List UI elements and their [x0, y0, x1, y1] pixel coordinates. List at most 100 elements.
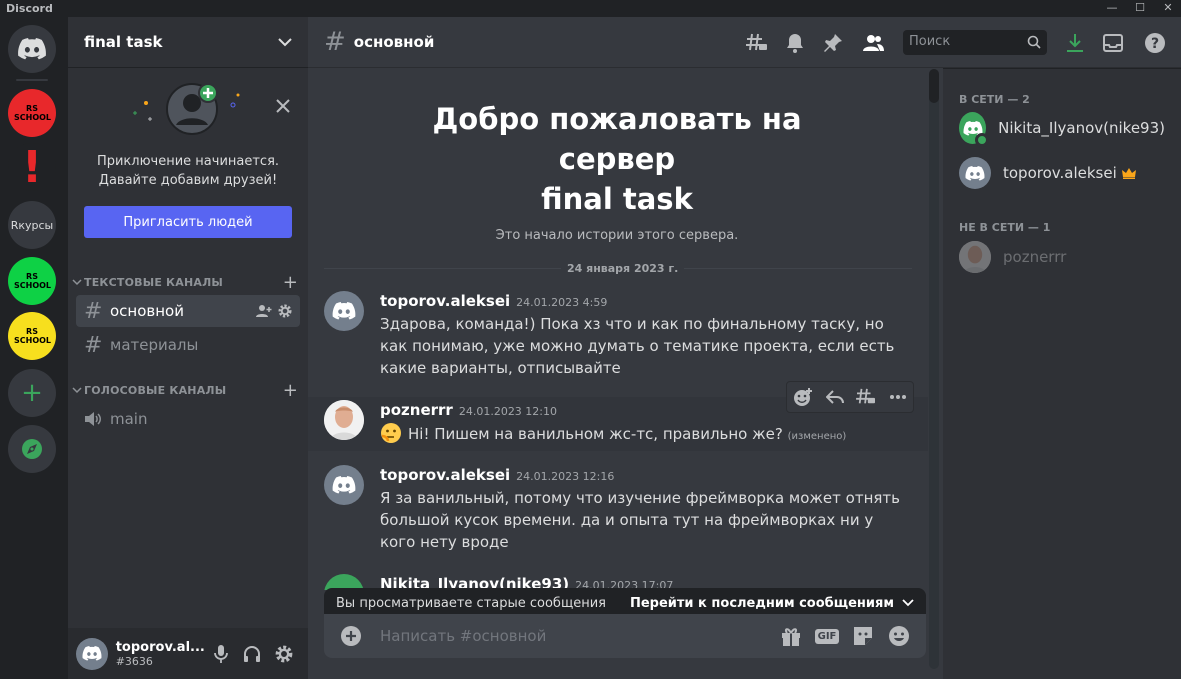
date-divider-label: 24 января 2023 г. — [561, 262, 685, 275]
message-author[interactable]: poznerrr — [380, 401, 453, 419]
member-name: poznerrr — [1003, 248, 1067, 266]
deafen-button[interactable] — [237, 638, 269, 670]
threads-icon — [746, 33, 767, 51]
minimize-button[interactable]: — — [1097, 0, 1127, 17]
speaker-icon — [85, 412, 101, 426]
member-list-button[interactable] — [860, 30, 886, 56]
text-channel-icon: # — [84, 332, 103, 358]
message-header: toporov.aleksei 24.01.2023 12:16 — [380, 465, 614, 484]
close-icon[interactable] — [276, 99, 290, 113]
channel-name: основной — [110, 302, 184, 320]
create-channel-icon[interactable]: + — [283, 380, 298, 401]
category-voice-channels[interactable]: ГОЛОСОВЫЕ КАНАЛЫ + — [72, 380, 304, 401]
channel-name: материалы — [110, 336, 199, 354]
notifications-button[interactable] — [782, 30, 808, 56]
channel-materialy[interactable]: # материалы — [76, 329, 300, 361]
explore-servers-button[interactable] — [8, 425, 56, 473]
avatar[interactable] — [76, 637, 108, 670]
avatar[interactable] — [324, 400, 364, 440]
guild-separator — [16, 79, 48, 81]
server-list: RS SCHOOL ! Rкурсы RS SCHOOL RS SCHOOL + — [0, 17, 68, 679]
pin-icon — [824, 34, 842, 52]
mute-button[interactable] — [205, 638, 237, 670]
server-header[interactable]: final task — [68, 17, 308, 68]
search-icon — [1027, 35, 1041, 49]
download-icon — [1067, 34, 1083, 52]
message-input[interactable] — [380, 627, 770, 645]
member-item[interactable]: Nikita_Ilyanov(nike93) — [951, 107, 1173, 149]
server-icon-label: Rкурсы — [10, 218, 54, 232]
maximize-button[interactable]: ☐ — [1125, 0, 1155, 17]
message-actions-toolbar — [786, 381, 914, 413]
reply-icon[interactable] — [825, 389, 844, 405]
scrollbar[interactable] — [929, 69, 939, 669]
search-input[interactable]: Поиск — [903, 30, 1047, 55]
message-author[interactable]: toporov.aleksei — [380, 292, 510, 310]
message-header: poznerrr 24.01.2023 12:10 — [380, 400, 557, 419]
headphones-icon — [244, 645, 261, 662]
gift-button[interactable] — [776, 621, 806, 651]
message-composer: GIF — [324, 614, 926, 658]
add-server-button[interactable]: + — [8, 369, 56, 417]
server-rkursy[interactable]: Rкурсы — [8, 201, 56, 249]
server-rs-school-green[interactable]: RS SCHOOL — [8, 257, 56, 305]
discord-home-button[interactable] — [8, 25, 56, 73]
crown-icon — [1121, 167, 1136, 179]
more-options-icon[interactable] — [889, 394, 907, 400]
user-settings-button[interactable] — [268, 638, 300, 670]
chevron-down-icon — [72, 387, 82, 394]
sticker-button[interactable] — [848, 621, 878, 651]
avatar[interactable] — [324, 291, 364, 331]
message-content: Здарова, команда!) Пока хз что и как по … — [380, 315, 895, 377]
avatar[interactable] — [324, 465, 364, 505]
jump-to-present-button[interactable]: Перейти к последним сообщениям — [630, 596, 894, 611]
category-text-channels[interactable]: ТЕКСТОВЫЕ КАНАЛЫ + — [72, 272, 304, 293]
gear-icon[interactable] — [278, 304, 292, 318]
username: toporov.al... — [115, 639, 205, 655]
message-content: Hi! Пишем на ванильном жс-тс, правильно … — [408, 425, 783, 443]
category-label: ТЕКСТОВЫЕ КАНАЛЫ — [84, 275, 224, 289]
member-name: toporov.aleksei — [1003, 164, 1117, 182]
inbox-button[interactable] — [1100, 30, 1126, 56]
edited-label: (изменено) — [787, 431, 847, 442]
create-thread-icon[interactable] — [856, 388, 876, 406]
scrollbar-thumb[interactable] — [929, 69, 939, 103]
threads-button[interactable] — [744, 30, 770, 56]
help-button[interactable]: ? — [1142, 30, 1168, 56]
create-channel-icon[interactable]: + — [283, 272, 298, 293]
avatar — [959, 241, 991, 273]
server-rs-school-yellow[interactable]: RS SCHOOL — [8, 312, 56, 360]
close-window-button[interactable]: ✕ — [1153, 0, 1181, 17]
gif-button[interactable]: GIF — [812, 621, 842, 651]
bell-icon — [787, 34, 803, 53]
member-item-offline[interactable]: poznerrr — [951, 236, 1173, 278]
server-exclamation[interactable]: ! — [8, 143, 56, 191]
user-photo-icon — [959, 241, 991, 273]
server-icon-label: RS SCHOOL — [14, 104, 52, 122]
message-author[interactable]: toporov.aleksei — [380, 466, 510, 484]
exclamation-icon: ! — [21, 143, 43, 191]
pinned-messages-button[interactable] — [820, 30, 846, 56]
avatar — [959, 112, 990, 147]
user-info[interactable]: toporov.al... #3636 — [116, 640, 205, 668]
add-reaction-icon[interactable] — [793, 387, 813, 407]
invite-member-icon[interactable] — [256, 304, 272, 318]
discord-logo-icon — [332, 302, 356, 320]
members-icon — [863, 35, 884, 51]
upload-button[interactable] — [336, 621, 366, 651]
message-content: Я за ванильный, потому что изучение фрей… — [380, 489, 900, 551]
chevron-down-icon[interactable] — [902, 599, 914, 607]
channel-header: # основной Поиск ? — [308, 17, 1181, 68]
member-item[interactable]: toporov.aleksei — [951, 152, 1173, 194]
message-header: toporov.aleksei 24.01.2023 4:59 — [380, 291, 607, 310]
help-icon: ? — [1145, 33, 1165, 53]
server-rs-school-red[interactable]: RS SCHOOL — [8, 89, 56, 137]
chevron-down-icon — [278, 38, 292, 47]
channel-osnovnoy[interactable]: # основной — [76, 295, 300, 327]
emoji-button[interactable] — [884, 621, 914, 651]
invite-people-button[interactable]: Пригласить людей — [84, 206, 292, 238]
channel-main-voice[interactable]: main — [76, 403, 300, 435]
download-apps-button[interactable] — [1062, 30, 1088, 56]
invite-text-line2: Давайте добавим друзей! — [98, 173, 278, 188]
text-channel-icon: # — [84, 298, 103, 324]
